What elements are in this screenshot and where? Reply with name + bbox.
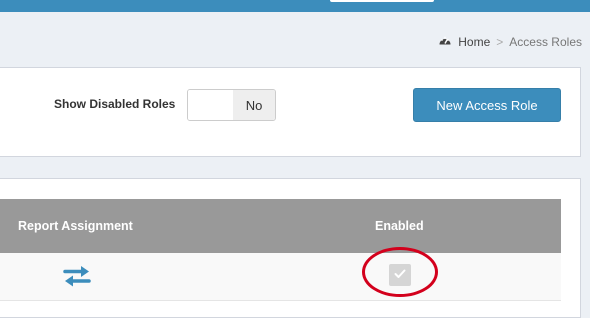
row-divider [0,300,561,301]
toggle-value: No [233,90,275,120]
navbar-active-tab[interactable] [330,0,434,2]
show-disabled-roles-toggle[interactable]: No [187,89,276,121]
top-navbar [0,0,590,12]
red-highlight-circle [362,247,438,297]
column-header-report-assignment: Report Assignment [18,219,133,233]
breadcrumb: Home > Access Roles [438,34,582,49]
breadcrumb-current: Access Roles [509,34,582,49]
breadcrumb-home-label: Home [458,34,491,49]
breadcrumb-separator: > [496,34,504,49]
swap-arrows-icon[interactable] [62,264,92,288]
toggle-knob [188,90,234,120]
dashboard-gauge-icon [438,34,452,49]
breadcrumb-home-link[interactable]: Home [438,34,490,49]
show-disabled-roles-label: Show Disabled Roles [54,97,176,111]
new-access-role-button[interactable]: New Access Role [413,88,561,122]
column-header-enabled: Enabled [375,219,424,233]
